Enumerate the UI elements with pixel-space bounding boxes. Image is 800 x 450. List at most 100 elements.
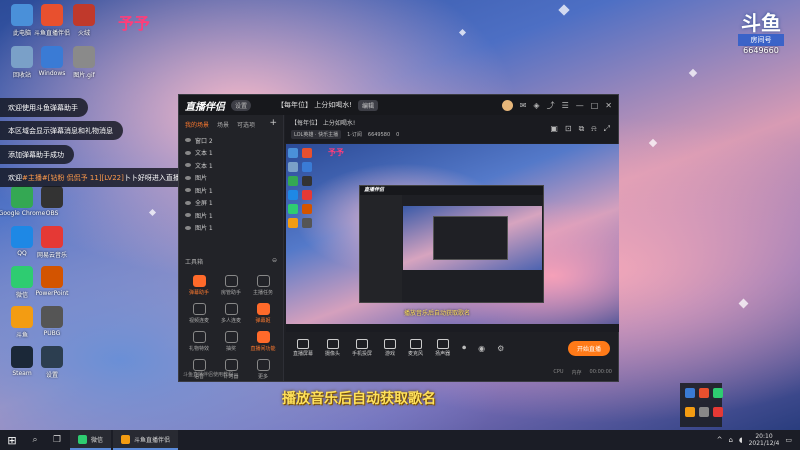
tool-icon bbox=[256, 331, 270, 343]
phone-cast-button[interactable]: 手机投屏 bbox=[352, 339, 372, 357]
tool-button[interactable]: 视频连麦 bbox=[183, 303, 215, 324]
gift-icon[interactable]: ◈ bbox=[533, 101, 539, 110]
lock-icon[interactable]: ⊡ bbox=[565, 124, 572, 134]
tutorial-link[interactable]: 斗鱼直播伴侣使用教程 bbox=[183, 371, 233, 378]
taskbar-app-douyu[interactable]: 斗鱼直播伴侣 bbox=[113, 430, 179, 450]
camera-icon bbox=[326, 339, 339, 349]
tab-options[interactable]: 可选项 bbox=[237, 120, 255, 129]
capture-icon[interactable]: ▣ bbox=[550, 124, 558, 134]
desktop-icon[interactable]: PUBG bbox=[30, 306, 74, 337]
tool-button[interactable]: 弹幕姬 bbox=[247, 303, 279, 324]
gear-icon[interactable]: ⚙ bbox=[497, 344, 504, 353]
source-item[interactable]: 全屏 1 bbox=[179, 197, 283, 210]
tray-icon[interactable] bbox=[699, 388, 709, 398]
desktop-icon-label: Steam bbox=[12, 370, 32, 377]
desktop-icon[interactable]: 火绒 bbox=[62, 4, 106, 37]
expand-icon[interactable]: ⤢ bbox=[604, 124, 610, 134]
clock[interactable]: 20:10 2021/12/4 bbox=[749, 433, 780, 447]
tray-icon[interactable] bbox=[685, 388, 695, 398]
nested-app-preview: 直播伴侣 bbox=[359, 185, 544, 303]
tray-icon[interactable] bbox=[713, 407, 723, 417]
preview-taskbar bbox=[286, 324, 619, 332]
windows-start-icon[interactable]: ⊞ bbox=[0, 434, 24, 447]
volume-icon[interactable]: ◖ bbox=[739, 436, 743, 444]
preview-icon bbox=[288, 204, 298, 214]
tool-button[interactable]: 更多 bbox=[247, 359, 279, 380]
source-item[interactable]: 文本 1 bbox=[179, 159, 283, 172]
message-icon[interactable]: ✉ bbox=[520, 101, 527, 110]
visibility-icon[interactable] bbox=[185, 188, 191, 193]
visibility-icon[interactable] bbox=[185, 163, 191, 168]
record-icon[interactable]: ⏺ bbox=[462, 343, 466, 353]
source-item[interactable]: 图片 bbox=[179, 172, 283, 185]
desktop-icon[interactable]: OBS bbox=[30, 186, 74, 217]
desktop-icon[interactable]: 设置 bbox=[30, 346, 74, 379]
tool-icon bbox=[256, 303, 270, 315]
tool-button[interactable]: 主播任务 bbox=[247, 275, 279, 296]
visibility-icon[interactable] bbox=[185, 175, 191, 180]
share-icon[interactable]: ⤴ bbox=[547, 100, 555, 111]
visibility-icon[interactable] bbox=[185, 213, 191, 218]
tab-my-scenes[interactable]: 我的场景 bbox=[185, 120, 209, 129]
tool-icon bbox=[192, 275, 206, 287]
source-item[interactable]: 窗口 2 bbox=[179, 134, 283, 147]
eye-icon[interactable]: ◉ bbox=[478, 344, 485, 353]
add-scene-icon[interactable]: + bbox=[269, 119, 277, 129]
source-item[interactable]: 图片 1 bbox=[179, 184, 283, 197]
search-icon[interactable]: ⌕ bbox=[24, 435, 46, 445]
bell-icon[interactable]: ⍾ bbox=[591, 124, 596, 134]
tray-chevron-icon[interactable]: ^ bbox=[717, 436, 723, 444]
edit-title-button[interactable]: 编辑 bbox=[358, 99, 379, 111]
tool-button[interactable]: 礼物特效 bbox=[183, 331, 215, 352]
desktop-icon-label: 微信 bbox=[15, 292, 28, 299]
microphone-button[interactable]: 麦克风 bbox=[408, 339, 423, 357]
tool-button[interactable]: 房管助手 bbox=[215, 275, 247, 296]
tab-scenes[interactable]: 场景 bbox=[217, 120, 229, 129]
tool-icon bbox=[224, 331, 238, 343]
notification-icon[interactable]: ▭ bbox=[785, 436, 792, 444]
desktop-icon[interactable]: PowerPoint bbox=[30, 266, 74, 297]
tool-button[interactable]: 多人连麦 bbox=[215, 303, 247, 324]
live-preview[interactable]: 予予 直播伴侣 播放音乐后自动获取歌名 bbox=[286, 144, 619, 332]
online-count: 1·订阅 bbox=[347, 132, 362, 138]
tool-button[interactable]: 抽奖 bbox=[215, 331, 247, 352]
source-item[interactable]: 图片 1 bbox=[179, 222, 283, 235]
windows-icon bbox=[41, 46, 63, 68]
visibility-icon[interactable] bbox=[185, 200, 191, 205]
camera-button[interactable]: 摄像头 bbox=[325, 339, 340, 357]
visibility-icon[interactable] bbox=[185, 225, 191, 230]
preview-icon bbox=[288, 218, 298, 228]
desktop-icon[interactable]: 网易云音乐 bbox=[30, 226, 74, 259]
maximize-icon[interactable]: □ bbox=[591, 101, 599, 110]
start-live-button[interactable]: 开始直播 bbox=[567, 340, 610, 356]
tray-icon[interactable] bbox=[685, 407, 695, 417]
source-label: 图片 bbox=[195, 175, 208, 183]
tray-icon[interactable] bbox=[713, 388, 723, 398]
visibility-icon[interactable] bbox=[185, 138, 191, 143]
tray-icon[interactable] bbox=[699, 407, 709, 417]
network-icon[interactable]: ⌂ bbox=[728, 436, 732, 444]
source-item[interactable]: 图片 1 bbox=[179, 209, 283, 222]
close-icon[interactable]: ✕ bbox=[605, 101, 612, 110]
category-tag[interactable]: LOL英雄 · 快乐主播 bbox=[291, 130, 342, 139]
task-view-icon[interactable]: ❐ bbox=[46, 435, 68, 445]
avatar[interactable] bbox=[501, 99, 513, 111]
desktop-icon[interactable]: 图片.gif bbox=[62, 46, 106, 79]
copy-icon[interactable]: ⧉ bbox=[579, 124, 585, 134]
antivirus-icon bbox=[73, 4, 95, 26]
menu-icon[interactable]: ☰ bbox=[562, 101, 569, 110]
game-button[interactable]: 游戏 bbox=[384, 339, 397, 357]
visibility-icon[interactable] bbox=[185, 150, 191, 155]
tool-icon bbox=[224, 303, 238, 315]
source-item[interactable]: 文本 1 bbox=[179, 147, 283, 160]
settings-pill[interactable]: 设置 bbox=[231, 99, 252, 111]
preview-icon bbox=[302, 162, 312, 172]
minimize-icon[interactable]: — bbox=[576, 101, 584, 110]
tool-button[interactable]: 直播间功能 bbox=[247, 331, 279, 352]
toolbox-collapse-icon[interactable]: ⊖ bbox=[272, 257, 277, 266]
screen-capture-button[interactable]: 直播屏幕 bbox=[293, 339, 313, 357]
tool-button[interactable]: 弹幕助手 bbox=[183, 275, 215, 296]
notice-item: 欢迎 #主播#[钻粉 侃侃予 11][LV22] 卜卜好呀进入直播间 bbox=[0, 168, 197, 187]
speaker-button[interactable]: 扬声器 bbox=[435, 339, 450, 357]
taskbar-app-wechat[interactable]: 微信 bbox=[70, 430, 112, 450]
